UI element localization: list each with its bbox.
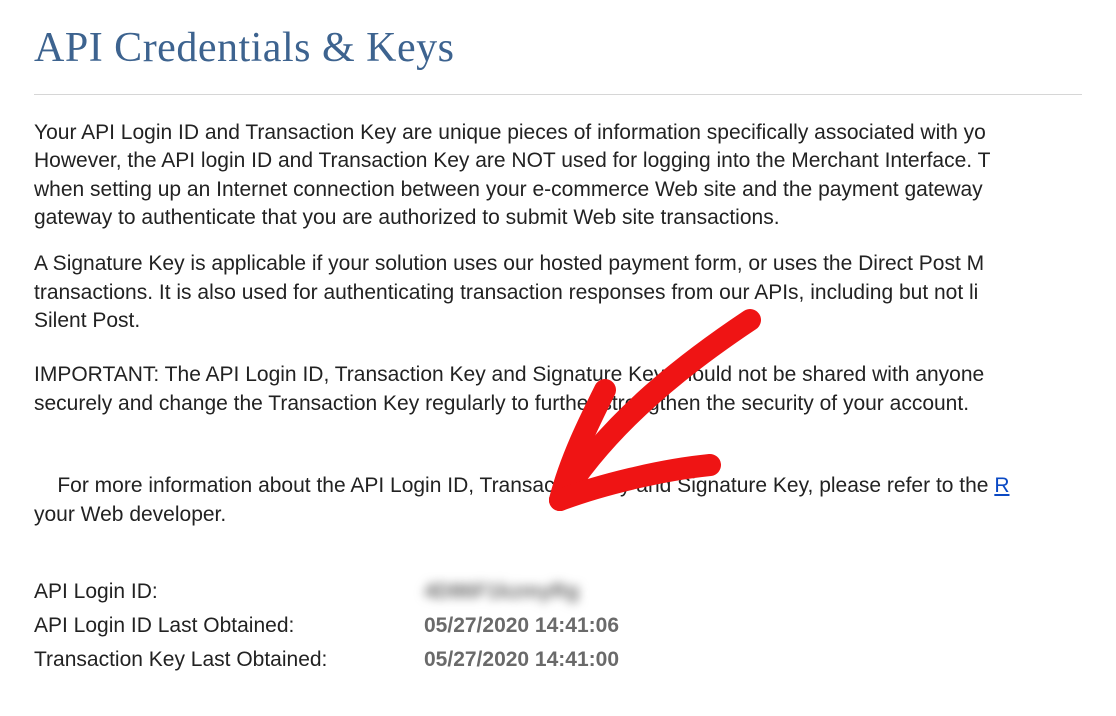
value-api-login-id: 4D86F1kzmyRg — [424, 575, 579, 609]
label-api-login-id-last-obtained: API Login ID Last Obtained: — [34, 609, 424, 643]
value-api-login-id-last-obtained: 05/27/2020 14:41:06 — [424, 609, 619, 643]
label-api-login-id: API Login ID: — [34, 575, 424, 609]
important-paragraph: IMPORTANT: The API Login ID, Transaction… — [34, 361, 1082, 418]
page-container: API Credentials & Keys Your API Login ID… — [0, 0, 1116, 716]
intro-paragraph-2: A Signature Key is applicable if your so… — [34, 250, 1082, 335]
value-transaction-key-last-obtained: 05/27/2020 14:41:00 — [424, 643, 619, 677]
page-title: API Credentials & Keys — [34, 24, 1082, 72]
row-api-login-id-last-obtained: API Login ID Last Obtained: 05/27/2020 1… — [34, 609, 1082, 643]
more-info-paragraph: For more information about the API Login… — [34, 444, 1082, 557]
row-api-login-id: API Login ID: 4D86F1kzmyRg — [34, 575, 1082, 609]
more-info-prefix: For more information about the API Login… — [57, 474, 994, 497]
intro-paragraph-1: Your API Login ID and Transaction Key ar… — [34, 119, 1082, 232]
credentials-table: API Login ID: 4D86F1kzmyRg API Login ID … — [34, 575, 1082, 676]
more-info-suffix: your Web developer. — [34, 503, 226, 526]
row-transaction-key-last-obtained: Transaction Key Last Obtained: 05/27/202… — [34, 643, 1082, 677]
horizontal-rule — [34, 94, 1082, 95]
label-transaction-key-last-obtained: Transaction Key Last Obtained: — [34, 643, 424, 677]
reference-guide-link[interactable]: R — [994, 474, 1009, 497]
